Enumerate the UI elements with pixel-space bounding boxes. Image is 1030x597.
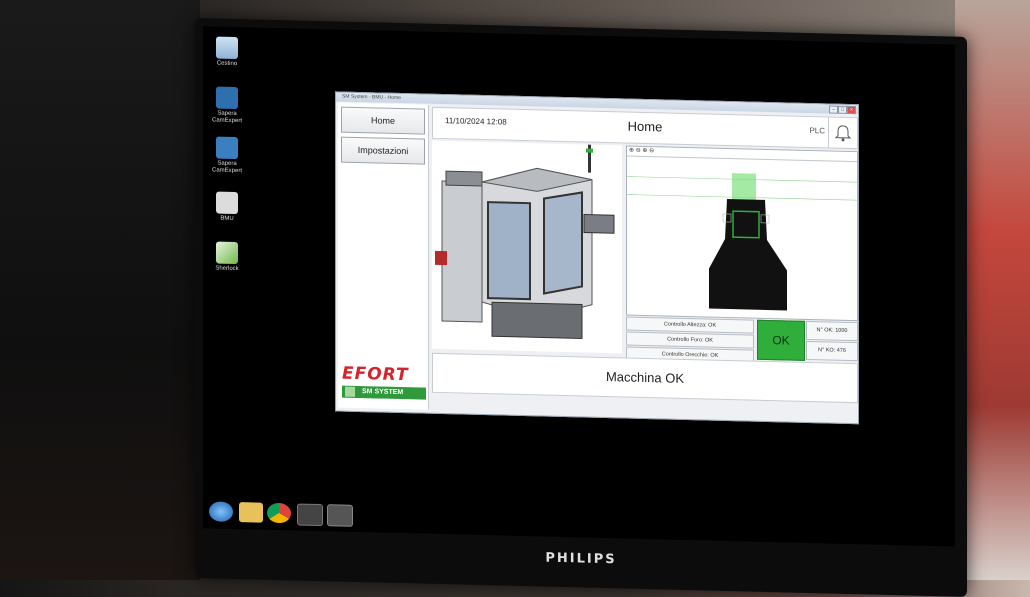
ko-counter: N° KO: 476	[806, 340, 858, 362]
logo-brand: EFORT	[342, 363, 409, 386]
desktop-icon-camexpert-1[interactable]: Sapera CamExpert	[207, 86, 247, 125]
desktop-icon-sherlock[interactable]: Sherlock	[207, 241, 247, 273]
taskbar-app-1[interactable]	[297, 503, 323, 527]
bmu-app-icon	[216, 191, 238, 215]
desktop: Cestino Sapera CamExpert Sapera CamExper…	[203, 26, 955, 547]
taskbar	[203, 496, 955, 545]
bell-button[interactable]	[828, 117, 857, 149]
company-logo: EFORT SM SYSTEM	[342, 364, 426, 406]
camexpert-icon	[216, 136, 238, 160]
bell-icon	[834, 125, 852, 142]
desktop-icon-recycle-bin[interactable]: Cestino	[207, 36, 247, 68]
camera-image	[627, 173, 857, 311]
desktop-icon-label: BMU	[220, 215, 234, 222]
monitor-brand: PHILIPS	[545, 550, 617, 568]
zoom-fit-icon[interactable]: ⊕	[642, 148, 647, 154]
desktop-icon-camexpert-2[interactable]: Sapera CamExpert	[207, 136, 247, 175]
desktop-icon-label: Sapera CamExpert	[211, 110, 242, 125]
desktop-icon-label: Cestino	[216, 60, 238, 68]
app-window: SM System - BMU - Home – □ × Home Impost…	[335, 91, 859, 425]
minimize-icon[interactable]: –	[829, 105, 838, 114]
maximize-icon[interactable]: □	[838, 105, 847, 114]
plc-status: PLC	[809, 126, 825, 136]
sidebar-item-home[interactable]: Home	[341, 106, 425, 135]
camexpert-icon	[216, 86, 238, 110]
sidebar-item-impostazioni[interactable]: Impostazioni	[341, 136, 425, 165]
result-indicator: OK	[757, 319, 805, 361]
taskbar-app-2[interactable]	[327, 504, 353, 527]
logo-sub: SM SYSTEM	[342, 385, 426, 400]
start-button[interactable]	[209, 501, 233, 522]
explorer-icon[interactable]	[239, 502, 263, 523]
zoom-in-icon[interactable]: ⊕	[629, 148, 634, 154]
machine-image	[435, 144, 615, 339]
zoom-reset-icon[interactable]: ⊖	[649, 148, 654, 154]
desktop-icon-label: Sherlock	[215, 265, 239, 273]
camera-view: ⊕ ⊖ ⊕ ⊖	[626, 145, 858, 322]
zoom-out-icon[interactable]: ⊖	[636, 148, 641, 154]
background-left	[0, 0, 200, 580]
desktop-icon-label: Sapera CamExpert	[211, 160, 242, 175]
sidebar: Home Impostazioni EFORT SM SYSTEM	[338, 102, 429, 410]
machine-illustration	[432, 140, 622, 354]
window-title: SM System - BMU - Home	[342, 93, 401, 102]
ok-counter: N° OK: 1000	[806, 320, 858, 342]
sherlock-icon	[216, 241, 238, 265]
recycle-bin-icon	[216, 36, 238, 60]
monitor: Cestino Sapera CamExpert Sapera CamExper…	[195, 18, 967, 597]
chrome-icon[interactable]	[267, 502, 291, 524]
desktop-icon-bmu[interactable]: BMU	[207, 191, 247, 223]
close-icon[interactable]: ×	[847, 105, 856, 115]
page-title: Home	[627, 118, 663, 135]
